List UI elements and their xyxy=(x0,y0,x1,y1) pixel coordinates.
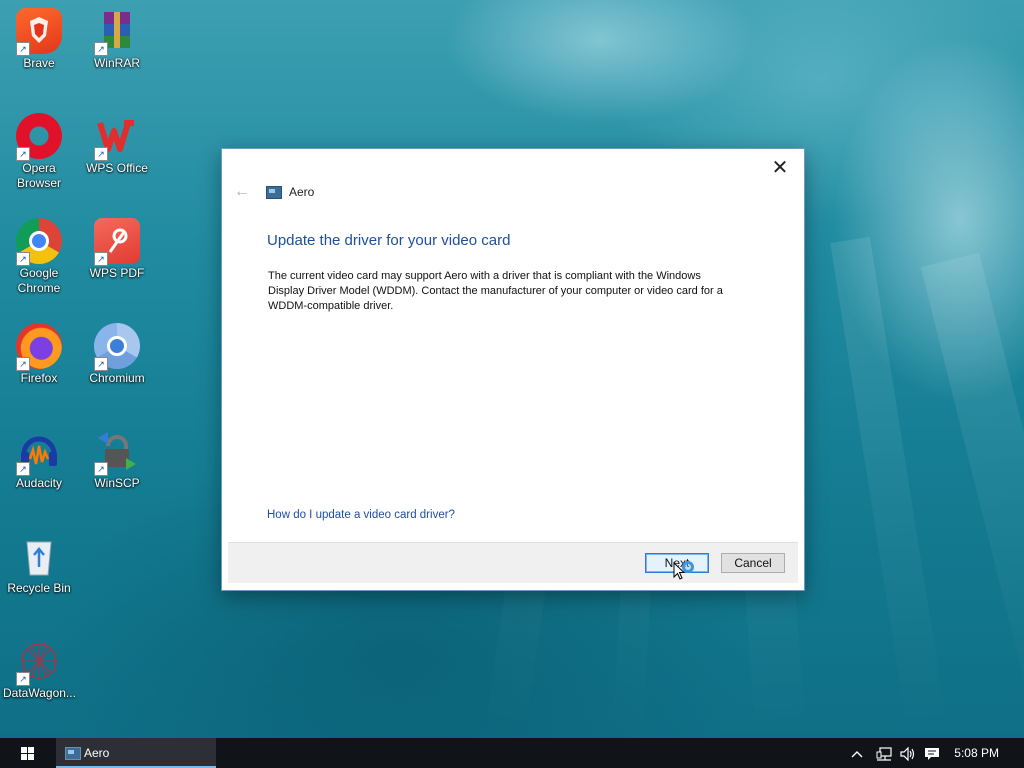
datawagon-icon: ↗ xyxy=(16,638,62,686)
pointer-cursor-icon xyxy=(673,562,686,580)
body-line: The current video card may support Aero … xyxy=(268,270,701,282)
taskbar-item-label: Aero xyxy=(84,746,110,760)
taskbar-item-aero[interactable]: Aero xyxy=(56,738,216,768)
desktop-icon-label: Audacity xyxy=(15,476,63,490)
dialog-app-title: Aero xyxy=(289,185,315,199)
desktop-icon-label: WPS Office xyxy=(86,161,148,175)
desktop-icon-chromium[interactable]: ↗ Chromium xyxy=(81,323,153,386)
taskbar: Aero 5:08 PM xyxy=(0,738,1024,768)
display-icon xyxy=(65,747,81,760)
taskbar-clock[interactable]: 5:08 PM xyxy=(954,746,999,760)
desktop-icon-label: Google Chrome xyxy=(17,266,61,295)
desktop-icon-audacity[interactable]: ↗ Audacity xyxy=(3,428,75,491)
desktop-icon-chrome[interactable]: ↗ Google Chrome xyxy=(3,218,75,296)
chrome-icon: ↗ xyxy=(16,218,62,266)
desktop-icon-winscp[interactable]: ↗ WinSCP xyxy=(81,428,153,491)
wps-pdf-icon: ↗ xyxy=(94,218,140,266)
winscp-icon: ↗ xyxy=(94,428,140,476)
desktop-icon-label: Chromium xyxy=(89,371,145,385)
dialog-heading: Update the driver for your video card xyxy=(267,232,511,249)
desktop-icon-label: Recycle Bin xyxy=(7,581,71,595)
aero-dialog: ✕ ← Aero Update the driver for your vide… xyxy=(221,148,805,591)
chevron-up-icon[interactable] xyxy=(848,738,866,768)
opera-icon: ↗ xyxy=(16,113,62,161)
volume-icon[interactable] xyxy=(898,738,918,768)
start-button[interactable] xyxy=(0,738,56,768)
desktop-icon-label: WinSCP xyxy=(94,476,140,490)
desktop-icon-label: DataWagon... xyxy=(3,686,76,700)
desktop-icon-label: WPS PDF xyxy=(89,266,145,280)
cancel-button[interactable]: Cancel xyxy=(721,553,785,573)
desktop-icon-wps-office[interactable]: ↗ WPS Office xyxy=(81,113,153,176)
desktop-icon-datawagon[interactable]: ↗ DataWagon... xyxy=(3,638,76,701)
network-icon[interactable] xyxy=(874,738,894,768)
desktop-icon-brave[interactable]: ↗ Brave xyxy=(3,8,75,71)
audacity-icon: ↗ xyxy=(16,428,62,476)
chromium-icon: ↗ xyxy=(94,323,140,371)
brave-icon: ↗ xyxy=(16,8,62,56)
dialog-body-text: The current video card may support Aero … xyxy=(268,269,778,314)
desktop-icon-recycle-bin[interactable]: Recycle Bin xyxy=(3,533,75,596)
desktop-icon-firefox[interactable]: ↗ Firefox xyxy=(3,323,75,386)
desktop-icon-opera[interactable]: ↗ Opera Browser xyxy=(3,113,75,191)
desktop-icon-label: Opera Browser xyxy=(16,161,61,190)
dialog-footer: Next Cancel xyxy=(228,542,798,583)
wps-office-icon: ↗ xyxy=(94,113,140,161)
back-arrow-icon[interactable]: ← xyxy=(234,183,250,201)
desktop-icon-winrar[interactable]: ↗ WinRAR xyxy=(81,8,153,71)
desktop-icon-label: WinRAR xyxy=(93,56,140,70)
display-icon xyxy=(266,186,282,199)
firefox-icon: ↗ xyxy=(16,323,62,371)
desktop-icon-label: Firefox xyxy=(20,371,58,385)
desktop-icon-wps-pdf[interactable]: ↗ WPS PDF xyxy=(81,218,153,281)
winrar-icon: ↗ xyxy=(94,8,140,56)
windows-logo-icon xyxy=(21,747,35,760)
body-line: WDDM-compatible driver. xyxy=(268,300,394,312)
recycle-bin-icon xyxy=(16,533,62,579)
close-button[interactable]: ✕ xyxy=(768,157,792,181)
body-line: Display Driver Model (WDDM). Contact the… xyxy=(268,285,723,297)
help-link[interactable]: How do I update a video card driver? xyxy=(267,509,455,521)
action-center-icon[interactable] xyxy=(922,738,942,768)
desktop-icon-label: Brave xyxy=(23,56,55,70)
